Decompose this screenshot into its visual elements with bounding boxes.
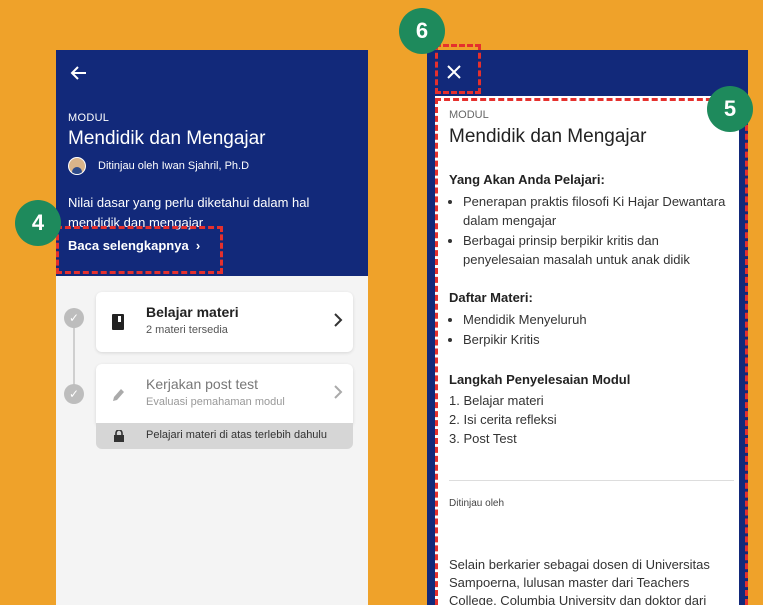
reviewer-row: Ditinjau oleh Iwan Sjahril, Ph.D [68,157,249,175]
callout-box-close [435,44,481,94]
avatar [68,157,86,175]
lock-text: Pelajari materi di atas terlebih dahulu [146,429,327,441]
arrow-left-icon[interactable] [70,64,88,82]
callout-badge: 4 [15,200,61,246]
step-subtitle: 2 materi tersedia [146,324,228,336]
lock-icon [114,430,124,442]
callout-box-read-more [56,226,223,274]
step-card-posttest: Kerjakan post test Evaluasi pemahaman mo… [96,364,353,424]
lock-notice: Pelajari materi di atas terlebih dahulu [96,423,353,449]
step-title: Kerjakan post test [146,376,259,392]
step-subtitle: Evaluasi pemahaman modul [146,396,285,408]
step-card-learn[interactable]: Belajar materi 2 materi tersedia [96,292,353,352]
callout-badge: 5 [707,86,753,132]
module-label: MODUL [68,112,110,124]
callout-badge: 6 [399,8,445,54]
module-title: Mendidik dan Mengajar [68,128,266,149]
module-screen: MODUL Mendidik dan Mengajar Ditinjau ole… [56,50,368,605]
step-title: Belajar materi [146,304,239,320]
reviewer-text: Ditinjau oleh Iwan Sjahril, Ph.D [98,160,250,172]
check-circle-icon: ✓ [64,384,84,404]
chevron-right-icon [334,385,343,399]
callout-box-detail [435,98,748,605]
book-icon [112,314,124,330]
check-circle-icon: ✓ [64,308,84,328]
pencil-icon [113,389,124,401]
step-connector [73,318,75,388]
chevron-right-icon [334,313,343,327]
